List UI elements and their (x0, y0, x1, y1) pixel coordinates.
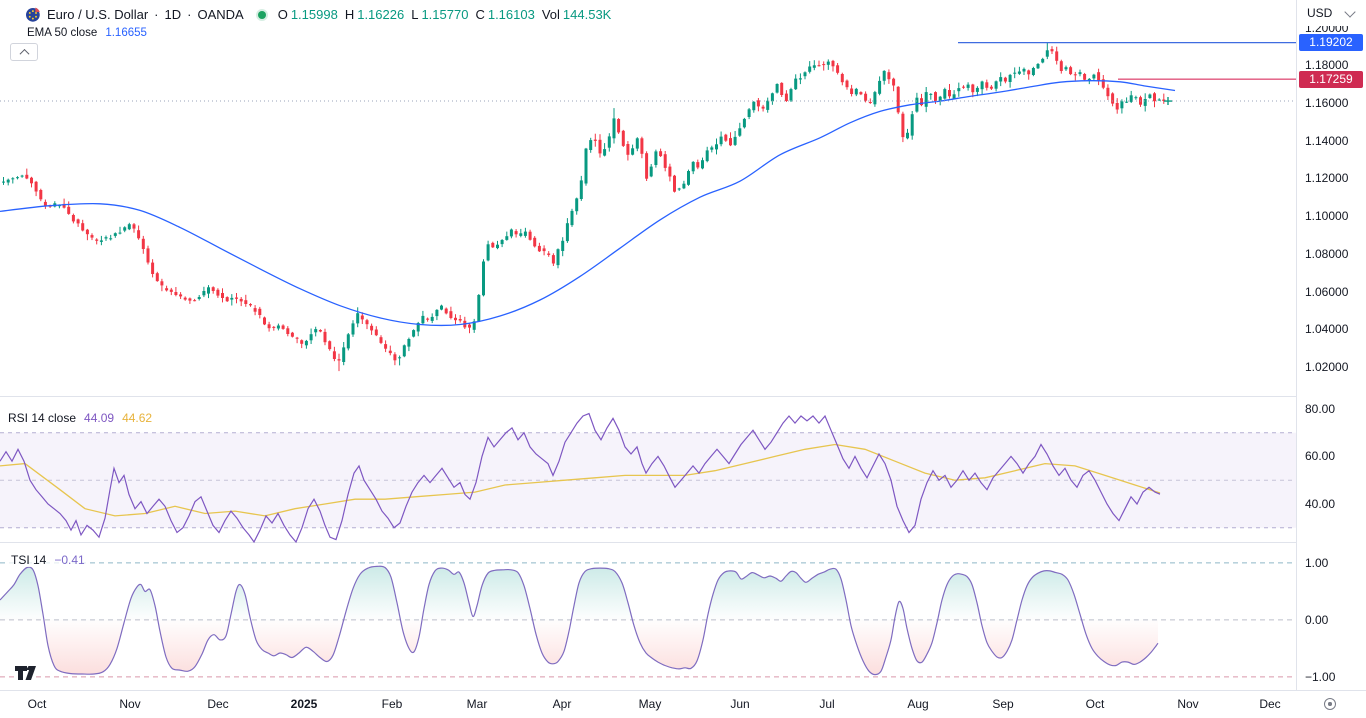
title-separator: · (187, 6, 191, 23)
rsi-axis-label: 60.00 (1305, 449, 1335, 463)
collapse-legend-button[interactable] (10, 43, 38, 61)
tsi-axis-label: 0.00 (1305, 613, 1328, 627)
time-axis-label: Sep (992, 697, 1013, 711)
symbol-title[interactable]: Euro / U.S. Dollar (47, 6, 148, 23)
time-axis-label: Jul (819, 697, 834, 711)
ohlc-values: O1.15998 H1.16226 L1.15770 C1.16103 Vol144.5… (278, 6, 612, 23)
ohlc-field-value: 1.15770 (421, 6, 468, 23)
eurusd-pair-icon (26, 7, 41, 22)
ohlc-field-label: L (411, 6, 418, 23)
ema-indicator-value: 1.16655 (105, 27, 147, 39)
price-level-badge[interactable]: 1.19202 (1299, 34, 1363, 51)
ohlc-field-value: 1.16103 (488, 6, 535, 23)
price-axis-label: 1.06000 (1305, 285, 1348, 299)
time-axis-label: Feb (382, 697, 403, 711)
price-axis-label: 1.04000 (1305, 322, 1348, 336)
price-axis-label: 1.08000 (1305, 247, 1348, 261)
rsi-value: 44.09 (84, 411, 114, 425)
chevron-down-icon (1345, 6, 1356, 17)
timeframe[interactable]: 1D (165, 6, 182, 23)
price-axis-label: 1.14000 (1305, 134, 1348, 148)
ohlc-field-value: 1.15998 (291, 6, 338, 23)
ohlc-field-label: Vol (542, 6, 560, 23)
price-axis[interactable]: USD 1.200001.180001.160001.140001.120001… (1296, 0, 1366, 690)
price-level-badge[interactable]: 1.17259 (1299, 71, 1363, 88)
price-axis-label: 1.16000 (1305, 96, 1348, 110)
price-axis-label: 1.10000 (1305, 209, 1348, 223)
rsi-legend[interactable]: RSI 14 close 44.09 44.62 (8, 411, 152, 425)
ohlc-field-label: O (278, 6, 288, 23)
time-axis-label: Nov (119, 697, 140, 711)
chart-canvas[interactable] (0, 0, 1296, 690)
last-bar-marker-icon (1164, 97, 1172, 105)
tradingview-chart-app: Euro / U.S. Dollar · 1D · OANDA O1.15998… (0, 0, 1366, 718)
ema-legend[interactable]: EMA 50 close 1.16655 (27, 27, 147, 39)
tradingview-logo[interactable] (14, 665, 41, 681)
ohlc-field-label: C (475, 6, 484, 23)
time-axis[interactable]: Oct Nov Dec 2025 Feb Mar Apr May Jun Jul Aug Sep Oct… (0, 690, 1366, 718)
tsi-axis-label: −1.00 (1305, 670, 1335, 684)
time-axis-label: Aug (907, 697, 928, 711)
ohlc-field-value: 1.16226 (357, 6, 404, 23)
exchange-name[interactable]: OANDA (197, 6, 243, 23)
time-axis-label: Mar (467, 697, 488, 711)
symbol-legend[interactable]: Euro / U.S. Dollar · 1D · OANDA O1.15998… (26, 6, 611, 23)
rsi-ma-value: 44.62 (122, 411, 152, 425)
ema-indicator-name: EMA 50 close (27, 27, 97, 39)
ohlc-field-value: 144.53K (563, 6, 611, 23)
ohlc-field-label: H (345, 6, 354, 23)
timezone-target-icon[interactable] (1324, 698, 1336, 710)
chevron-up-icon (19, 48, 29, 58)
time-axis-label: Dec (207, 697, 228, 711)
time-axis-label: 2025 (291, 697, 318, 711)
candlestick-series[interactable] (2, 43, 1165, 372)
time-axis-label: Oct (28, 697, 47, 711)
tsi-legend[interactable]: TSI 14 −0.41 (8, 553, 88, 567)
tsi-indicator-name: TSI 14 (11, 553, 46, 567)
time-axis-label: Dec (1259, 697, 1280, 711)
tsi-value: −0.41 (54, 553, 84, 567)
unit-label: USD (1307, 6, 1332, 20)
time-axis-label: Oct (1086, 697, 1105, 711)
time-axis-label: Jun (730, 697, 749, 711)
title-separator: · (154, 6, 158, 23)
price-axis-unit-selector[interactable]: USD (1297, 0, 1366, 26)
rsi-axis-label: 80.00 (1305, 402, 1335, 416)
price-axis-label: 1.02000 (1305, 360, 1348, 374)
time-axis-label: Apr (553, 697, 572, 711)
price-axis-label: 1.12000 (1305, 171, 1348, 185)
rsi-indicator-name: RSI 14 close (8, 411, 76, 425)
time-axis-label: May (639, 697, 662, 711)
market-status-dot (258, 11, 266, 19)
tsi-axis-label: 1.00 (1305, 556, 1328, 570)
time-axis-label: Nov (1177, 697, 1198, 711)
rsi-axis-label: 40.00 (1305, 497, 1335, 511)
